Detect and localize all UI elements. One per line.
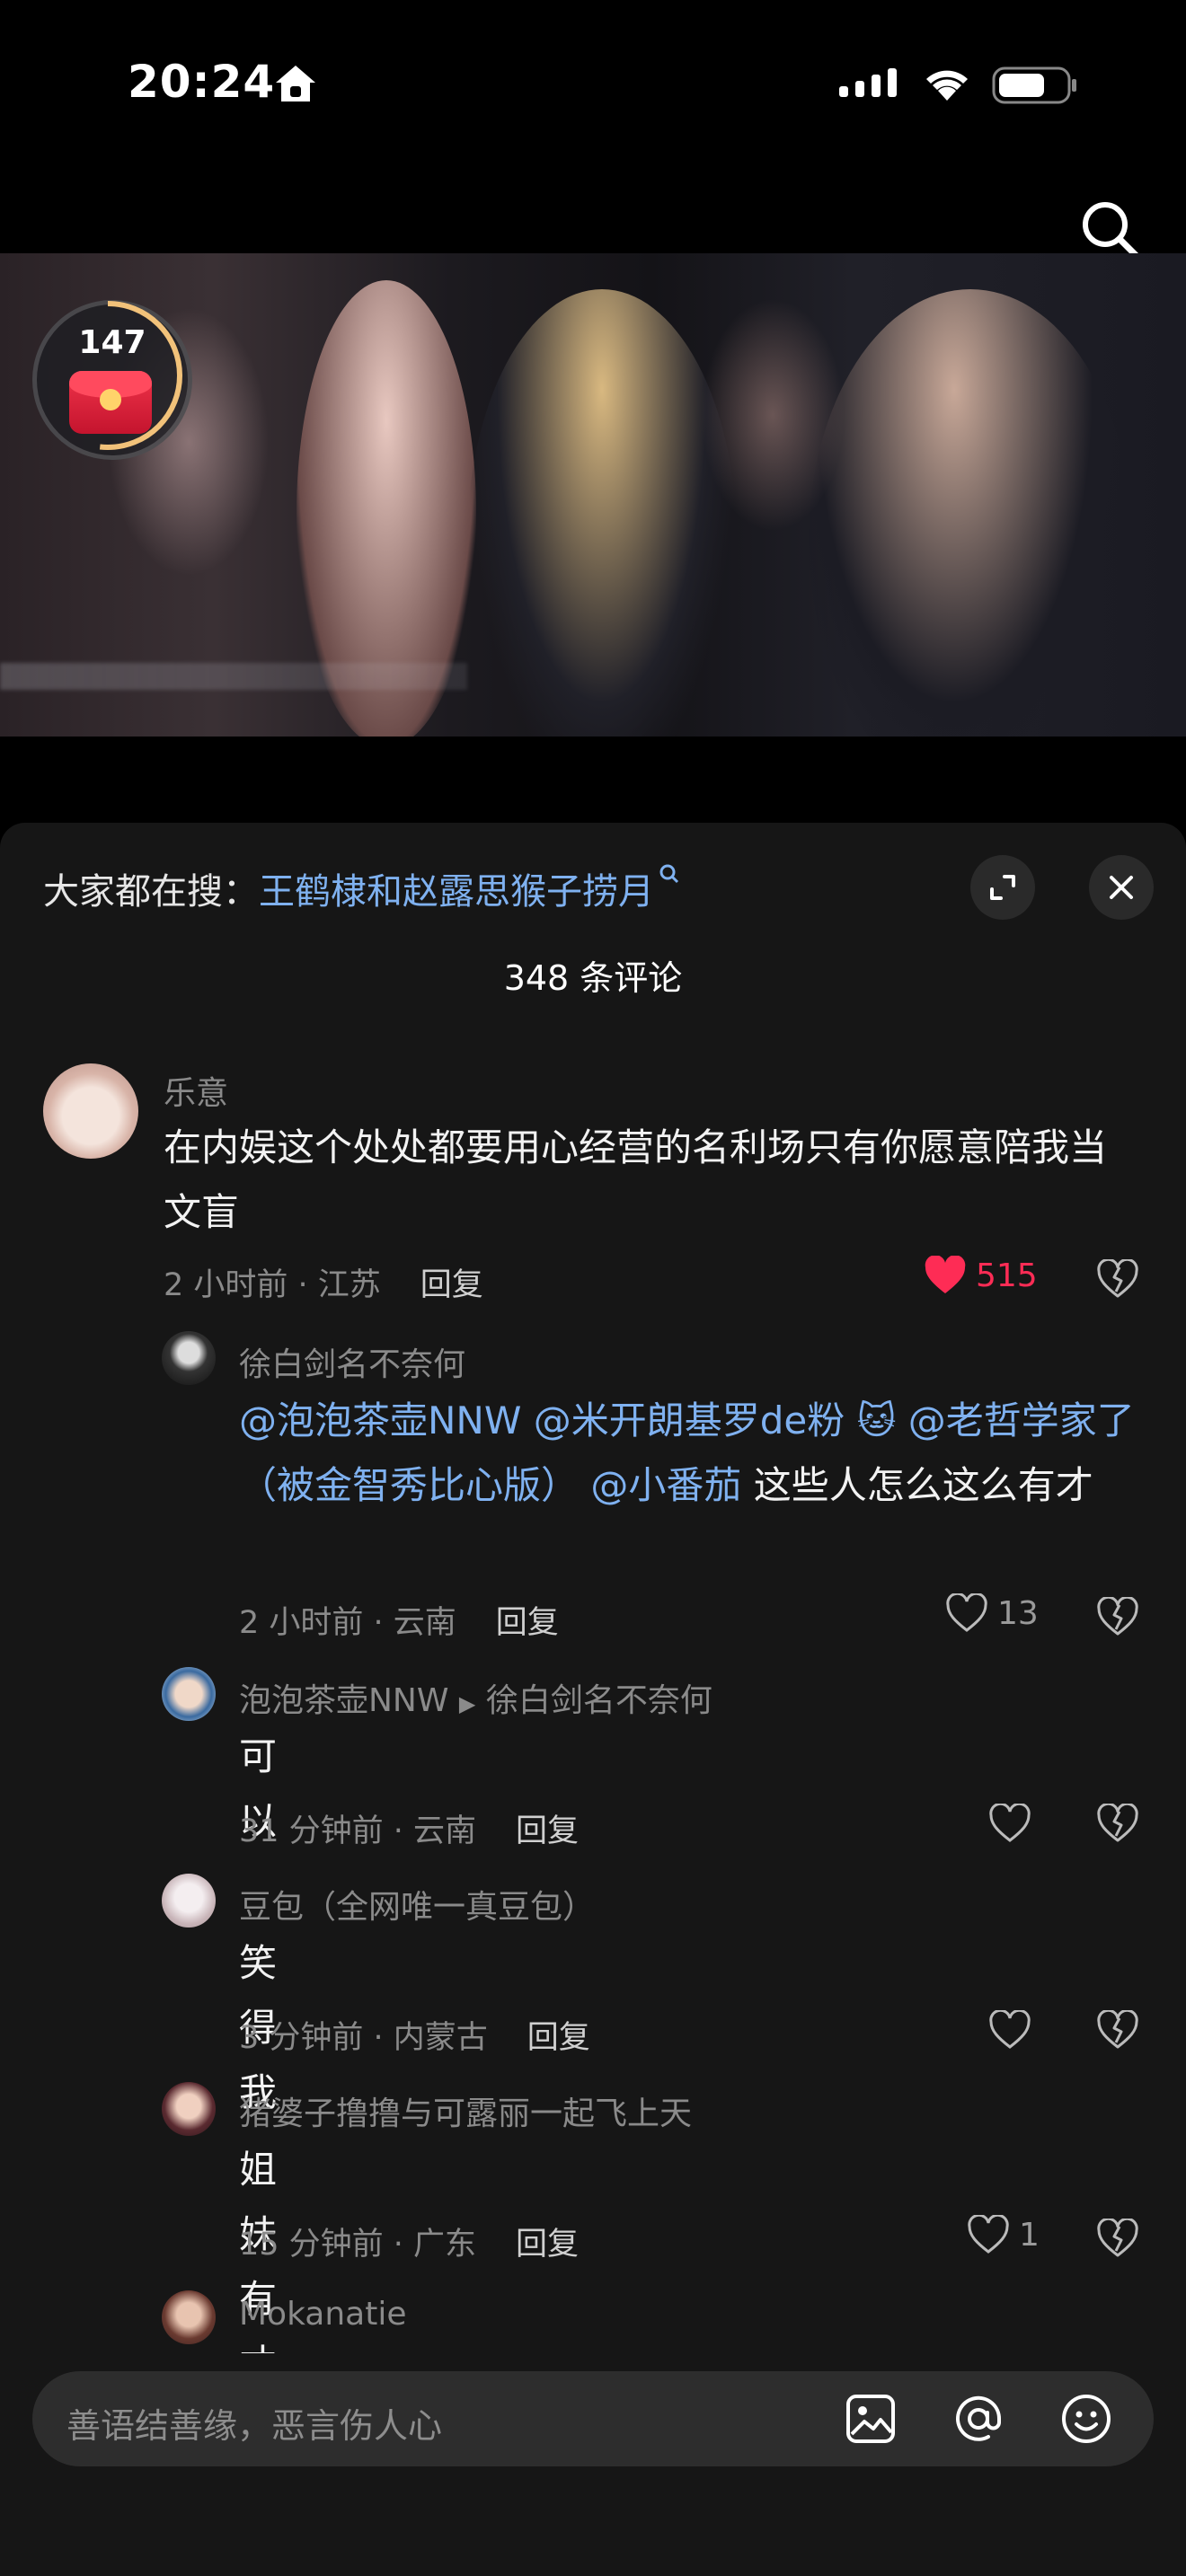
image-icon[interactable] <box>845 2393 897 2445</box>
comment-time-location: 15 分钟前 · 广东 <box>239 2227 477 2263</box>
heart-filled-icon <box>925 1256 966 1293</box>
heart-outline-icon[interactable] <box>988 2010 1031 2050</box>
at-mention-icon[interactable] <box>952 2393 1005 2445</box>
small-search-icon <box>659 864 679 884</box>
comment-input[interactable]: 善语结善缘，恶言伤人心 <box>32 2371 1154 2466</box>
comment-time-location: 2 小时前 · 江苏 <box>164 1267 381 1303</box>
close-button[interactable] <box>1089 855 1154 920</box>
comment-username[interactable]: Mokanatie <box>239 2296 407 2333</box>
avatar[interactable] <box>162 2082 216 2136</box>
comment-input-placeholder: 善语结善缘，恶言伤人心 <box>66 2406 443 2446</box>
emoji-icon[interactable] <box>1060 2393 1112 2445</box>
dislike-icon[interactable] <box>1096 2010 1139 2050</box>
dislike-icon[interactable] <box>1096 1259 1139 1299</box>
like-count: 515 <box>976 1257 1038 1294</box>
comment-time-location: 31 分钟前 · 云南 <box>239 1813 477 1849</box>
comment-time-location: 3 分钟前 · 内蒙古 <box>239 2020 488 2056</box>
comment-meta: 31 分钟前 · 云南 回复 <box>239 1805 579 1851</box>
avatar[interactable] <box>162 1874 216 1928</box>
like-button[interactable]: 13 <box>945 1593 1039 1633</box>
video-caption-bar <box>0 663 467 690</box>
comment-meta: 3 分钟前 · 内蒙古 回复 <box>239 2012 590 2058</box>
like-button[interactable]: 515 <box>924 1256 1038 1295</box>
comment-meta: 2 小时前 · 云南 回复 <box>239 1597 559 1643</box>
comment-count-title: 348 条评论 <box>503 958 683 998</box>
wifi-icon <box>926 70 968 101</box>
mention-link[interactable]: @泡泡茶壶NNW <box>239 1398 521 1442</box>
comment-username[interactable]: 猪婆子撸撸与可露丽一起飞上天 <box>239 2087 692 2134</box>
status-time: 20:24 <box>128 56 276 108</box>
heart-outline-icon[interactable] <box>988 1804 1031 1843</box>
dislike-icon[interactable] <box>1096 1804 1139 1843</box>
comment-meta: 2 小时前 · 江苏 回复 <box>164 1259 483 1305</box>
red-envelope-icon <box>69 371 152 434</box>
like-button[interactable]: 1 <box>967 2215 1040 2254</box>
comment-username[interactable]: 乐意 <box>164 1067 228 1114</box>
hot-search-bar[interactable]: 大家都在搜：王鹤棣和赵露思猴子捞月 <box>43 862 681 914</box>
comment-text: @泡泡茶壶NNW @米开朗基罗de粉 🐱 @老哲学家了（被金智秀比心版） @小番… <box>239 1389 1137 1518</box>
comment-meta: 15 分钟前 · 广东 回复 <box>239 2219 579 2264</box>
dislike-icon[interactable] <box>1096 1597 1139 1636</box>
comment-username-row: 泡泡茶壶NNW ▶ 徐白剑名不奈何 <box>239 1674 712 1721</box>
reply-button[interactable]: 回复 <box>420 1267 483 1303</box>
comment-username[interactable]: 徐白剑名不奈何 <box>239 1338 465 1385</box>
avatar[interactable] <box>162 1331 216 1385</box>
reply-button[interactable]: 回复 <box>516 1813 579 1849</box>
cellular-signal-icon <box>839 68 897 97</box>
reply-button[interactable]: 回复 <box>527 2020 590 2056</box>
red-packet-widget[interactable]: 147 <box>32 300 192 460</box>
heart-outline-icon <box>968 2215 1009 2254</box>
status-bar: 20:24 <box>0 0 1186 171</box>
home-icon <box>276 66 315 101</box>
hot-search-term[interactable]: 王鹤棣和赵露思猴子捞月 <box>259 871 654 913</box>
heart-outline-icon <box>946 1593 987 1632</box>
close-icon <box>1110 876 1133 899</box>
red-packet-count: 147 <box>78 324 146 361</box>
avatar[interactable] <box>43 1063 138 1159</box>
comment-text-tail: 这些人怎么这么有才 <box>753 1463 1093 1507</box>
dislike-icon[interactable] <box>1096 2219 1139 2258</box>
like-count: 13 <box>997 1594 1039 1632</box>
battery-icon <box>992 66 1076 104</box>
like-count: 1 <box>1019 2216 1040 2254</box>
mention-link[interactable]: @米开朗基罗de粉 🐱 <box>534 1398 897 1442</box>
comment-text: 在内娱这个处处都要用心经营的名利场只有你愿意陪我当文盲 <box>164 1125 1108 1234</box>
comment-time-location: 2 小时前 · 云南 <box>239 1605 456 1641</box>
reply-button[interactable]: 回复 <box>496 1605 559 1641</box>
avatar[interactable] <box>162 2290 216 2344</box>
expand-button[interactable] <box>970 855 1035 920</box>
mention-link[interactable]: @小番茄 <box>590 1463 741 1507</box>
reply-arrow-icon: ▶ <box>458 1691 476 1716</box>
comment-username[interactable]: 豆包（全网唯一真豆包） <box>239 1881 595 1928</box>
hot-search-prefix: 大家都在搜： <box>43 871 259 913</box>
reply-to-username[interactable]: 徐白剑名不奈何 <box>486 1682 712 1719</box>
comment-username[interactable]: 泡泡茶壶NNW <box>239 1682 448 1719</box>
reply-button[interactable]: 回复 <box>516 2227 579 2263</box>
avatar[interactable] <box>162 1667 216 1721</box>
expand-icon <box>990 875 1015 900</box>
